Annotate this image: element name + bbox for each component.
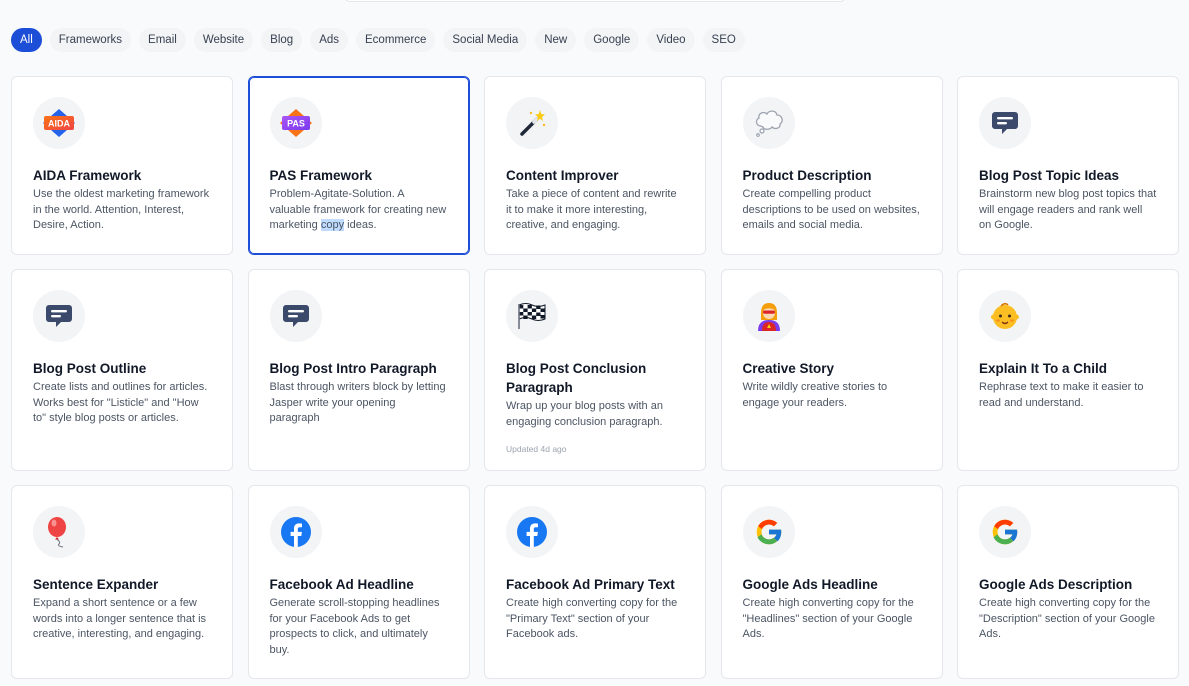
card-title: Blog Post Intro Paragraph	[269, 361, 437, 376]
card-title: Blog Post Conclusion Paragraph	[506, 361, 647, 395]
template-card-blog-post-conclusion-paragraph[interactable]: Blog Post Conclusion Paragraph Wrap up y…	[484, 269, 706, 471]
card-title: Product Description	[742, 168, 872, 183]
template-card-blog-post-intro-paragraph[interactable]: Blog Post Intro Paragraph Blast through …	[247, 269, 470, 471]
template-grid: AIDA AIDA Framework Use the oldest marke…	[11, 76, 1179, 679]
card-title: Creative Story	[742, 361, 835, 376]
template-card-google-ads-description[interactable]: Google Ads Description Create high conve…	[957, 485, 1179, 679]
filter-chip-ecommerce[interactable]: Ecommerce	[356, 28, 436, 52]
template-card-blog-post-outline[interactable]: Blog Post Outline Create lists and outli…	[11, 269, 233, 471]
text-selection: copy	[320, 219, 345, 232]
template-card-product-description[interactable]: Product Description Create compelling pr…	[720, 76, 943, 255]
pas-badge-text: PAS	[287, 119, 305, 129]
card-title: Blog Post Outline	[33, 361, 147, 376]
card-title: Blog Post Topic Ideas	[979, 168, 1120, 183]
card-title: Google Ads Headline	[742, 577, 878, 592]
card-title: AIDA Framework	[33, 168, 142, 183]
balloon-icon	[33, 506, 85, 558]
template-card-content-improver[interactable]: Content Improver Take a piece of content…	[484, 76, 706, 255]
card-description: Use the oldest marketing framework in th…	[33, 188, 210, 232]
card-description: Take a piece of content and rewrite it t…	[506, 188, 677, 232]
search-bar-edge[interactable]	[344, 0, 846, 2]
filter-chip-seo[interactable]: SEO	[702, 28, 745, 52]
card-title: Facebook Ad Primary Text	[506, 577, 675, 592]
checkered-flag-icon	[506, 290, 558, 342]
template-card-sentence-expander[interactable]: Sentence Expander Expand a short sentenc…	[11, 485, 233, 679]
baby-icon	[979, 290, 1031, 342]
template-card-facebook-ad-headline[interactable]: Facebook Ad Headline Generate scroll-sto…	[247, 485, 470, 679]
aida-badge-text: AIDA	[48, 119, 70, 129]
template-card-facebook-ad-primary-text[interactable]: Facebook Ad Primary Text Create high con…	[484, 485, 706, 679]
aida-badge-icon: AIDA	[33, 97, 85, 149]
pas-badge-icon: PAS	[269, 97, 322, 149]
facebook-icon	[506, 506, 558, 558]
card-description: Brainstorm new blog post topics that wil…	[979, 188, 1157, 232]
template-card-google-ads-headline[interactable]: Google Ads Headline Create high converti…	[720, 485, 943, 679]
card-description: Wrap up your blog posts with an engaging…	[506, 400, 663, 428]
template-card-pas[interactable]: PAS PAS Framework Problem-Agitate-Soluti…	[247, 76, 470, 255]
chat-icon	[33, 290, 85, 342]
card-title: Google Ads Description	[979, 577, 1133, 592]
card-title: PAS Framework	[269, 168, 373, 183]
card-title: Sentence Expander	[33, 577, 159, 592]
thought-bubble-icon	[742, 97, 795, 149]
filter-chip-email[interactable]: Email	[139, 28, 186, 52]
card-description: Problem-Agitate-Solution. A valuable fra…	[269, 188, 447, 232]
filter-chip-new[interactable]: New	[535, 28, 577, 52]
category-filter-bar: All Frameworks Email Website Blog Ads Ec…	[11, 28, 745, 52]
card-description: Create high converting copy for the "Pri…	[506, 597, 678, 641]
card-description: Rephrase text to make it easier to read …	[979, 381, 1144, 409]
google-icon	[979, 506, 1031, 558]
filter-chip-ads[interactable]: Ads	[310, 28, 349, 52]
filter-chip-frameworks[interactable]: Frameworks	[49, 28, 132, 52]
filter-chip-website[interactable]: Website	[193, 28, 254, 52]
card-title: Facebook Ad Headline	[269, 577, 414, 592]
chat-icon	[979, 97, 1031, 149]
facebook-icon	[269, 506, 322, 558]
template-card-aida[interactable]: AIDA AIDA Framework Use the oldest marke…	[11, 76, 233, 255]
card-title: Content Improver	[506, 168, 619, 183]
card-description: Create high converting copy for the "Des…	[979, 597, 1155, 641]
magic-wand-icon	[506, 97, 558, 149]
card-description: Write wildly creative stories to engage …	[742, 381, 888, 409]
card-description: Create lists and outlines for articles. …	[33, 381, 208, 425]
card-description: Create compelling product descriptions t…	[742, 188, 920, 232]
filter-chip-social-media[interactable]: Social Media	[443, 28, 528, 52]
card-description: Generate scroll-stopping headlines for y…	[269, 597, 440, 656]
card-description: Blast through writers block by letting J…	[269, 381, 446, 425]
template-card-explain-it-to-a-child[interactable]: Explain It To a Child Rephrase text to m…	[957, 269, 1179, 471]
chat-icon	[269, 290, 322, 342]
superhero-icon	[742, 290, 795, 342]
card-description: Expand a short sentence or a few words i…	[33, 597, 207, 641]
template-card-creative-story[interactable]: Creative Story Write wildly creative sto…	[720, 269, 943, 471]
filter-chip-google[interactable]: Google	[584, 28, 640, 52]
updated-timestamp: Updated 4d ago	[506, 444, 567, 455]
google-icon	[742, 506, 795, 558]
filter-chip-video[interactable]: Video	[647, 28, 695, 52]
card-title: Explain It To a Child	[979, 361, 1108, 376]
template-card-blog-post-topic-ideas[interactable]: Blog Post Topic Ideas Brainstorm new blo…	[957, 76, 1179, 255]
filter-chip-all[interactable]: All	[11, 28, 42, 52]
card-description: Create high converting copy for the "Hea…	[742, 597, 914, 641]
filter-chip-blog[interactable]: Blog	[261, 28, 303, 52]
